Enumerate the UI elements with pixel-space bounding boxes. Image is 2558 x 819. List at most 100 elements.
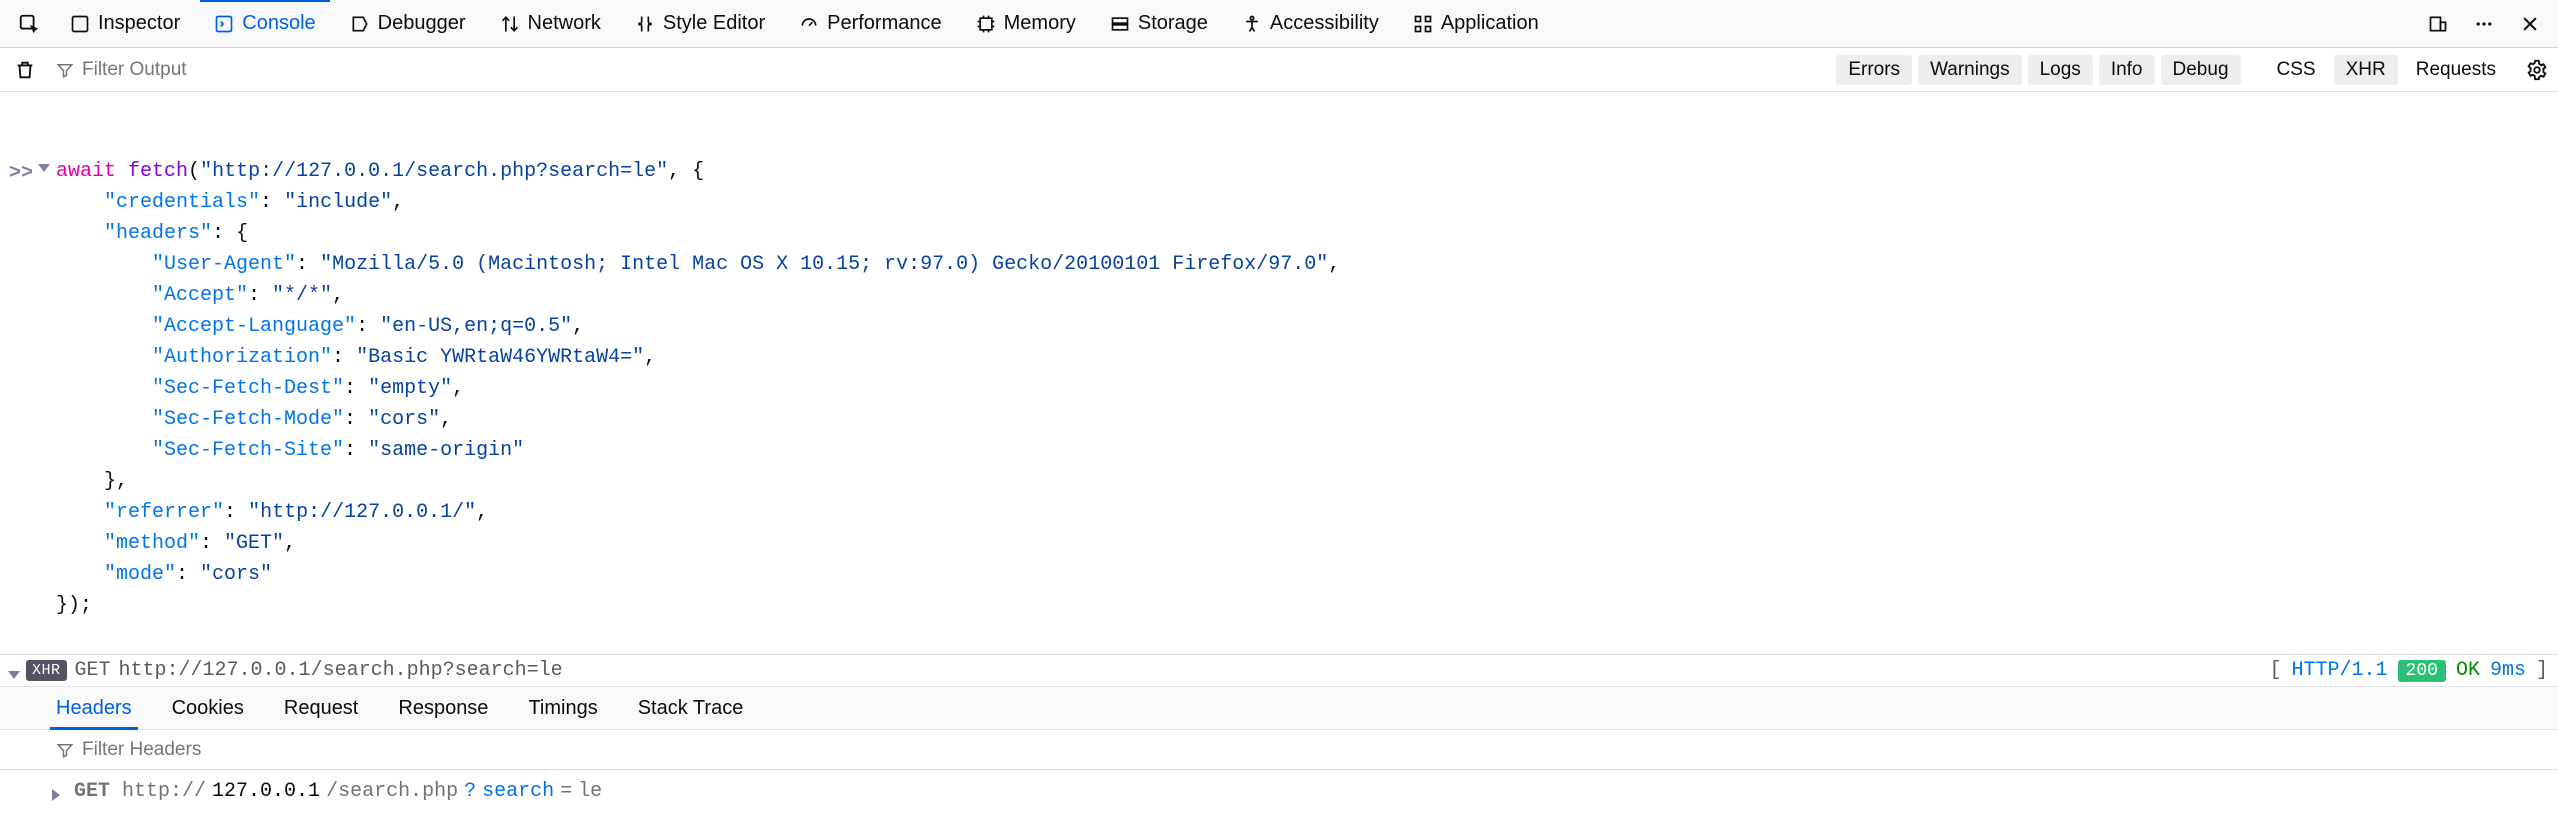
tab-memory[interactable]: Memory: [962, 0, 1090, 47]
toggle-css[interactable]: CSS: [2265, 55, 2328, 85]
network-detail-tabs: Headers Cookies Request Response Timings…: [0, 686, 2558, 730]
brace: , {: [668, 160, 704, 183]
key-accept: "Accept": [152, 284, 248, 307]
paren: (: [188, 160, 200, 183]
xhr-status-group: [HTTP/1.1 200 OK 9ms]: [2270, 659, 2548, 682]
close-devtools-button[interactable]: [2510, 0, 2550, 47]
element-picker-icon: [18, 13, 40, 35]
key-user-agent: "User-Agent": [152, 253, 296, 276]
subtab-timings[interactable]: Timings: [522, 687, 603, 729]
xhr-method: GET: [75, 659, 111, 682]
devtools-tab-bar: Inspector Console Debugger Network Style…: [0, 0, 2558, 48]
toggle-info[interactable]: Info: [2099, 55, 2155, 85]
tab-inspector[interactable]: Inspector: [56, 0, 194, 47]
val-sec-fetch-dest: "empty": [368, 377, 452, 400]
responsive-icon: [2428, 14, 2448, 34]
req-method: GET: [74, 780, 110, 803]
fn-fetch: fetch: [128, 160, 188, 183]
tab-label: Network: [528, 12, 601, 35]
key-credentials: "credentials": [104, 191, 260, 214]
collapse-toggle[interactable]: [38, 164, 50, 172]
filter-headers-input[interactable]: [82, 739, 482, 761]
subtab-request[interactable]: Request: [278, 687, 365, 729]
tab-accessibility[interactable]: Accessibility: [1228, 0, 1393, 47]
xhr-badge: XHR: [26, 660, 67, 681]
toggle-debug[interactable]: Debug: [2161, 55, 2241, 85]
filter-output-input[interactable]: [82, 59, 482, 81]
toggle-requests[interactable]: Requests: [2404, 55, 2508, 85]
style-editor-icon: [635, 14, 655, 34]
performance-icon: [799, 14, 819, 34]
toggle-warnings[interactable]: Warnings: [1918, 55, 2022, 85]
req-qval: le: [578, 780, 602, 803]
kw-await: await: [56, 160, 116, 183]
tab-label: Application: [1441, 12, 1539, 35]
funnel-icon: [56, 61, 74, 79]
close-icon: [2520, 14, 2540, 34]
request-summary-line[interactable]: GET http://127.0.0.1/search.php?search=l…: [0, 770, 2558, 817]
key-sec-fetch-mode: "Sec-Fetch-Mode": [152, 408, 344, 431]
tab-style-editor[interactable]: Style Editor: [621, 0, 779, 47]
toggle-logs[interactable]: Logs: [2028, 55, 2093, 85]
key-method: "method": [104, 532, 200, 555]
xhr-protocol: HTTP/1.1: [2292, 659, 2388, 682]
subtab-headers[interactable]: Headers: [50, 687, 138, 729]
headers-filter-row: [0, 730, 2558, 770]
key-mode: "mode": [104, 563, 176, 586]
tab-label: Storage: [1138, 12, 1208, 35]
responsive-mode-button[interactable]: [2418, 0, 2458, 47]
tab-label: Debugger: [378, 12, 466, 35]
req-path: /search.php: [326, 780, 458, 803]
val-sec-fetch-mode: "cors": [368, 408, 440, 431]
xhr-status-text: OK: [2456, 659, 2480, 682]
tab-application[interactable]: Application: [1399, 0, 1553, 47]
tab-console[interactable]: Console: [200, 0, 329, 47]
xhr-status-code: 200: [2398, 660, 2446, 682]
toggle-xhr[interactable]: XHR: [2334, 55, 2398, 85]
xhr-time: 9ms: [2490, 659, 2526, 682]
subtab-cookies[interactable]: Cookies: [166, 687, 250, 729]
inspector-icon: [70, 14, 90, 34]
gear-icon: [2526, 59, 2548, 81]
tab-network[interactable]: Network: [486, 0, 615, 47]
net-category-toggles: CSS XHR Requests: [2265, 55, 2508, 85]
tab-label: Memory: [1004, 12, 1076, 35]
brace-close: },: [104, 470, 128, 493]
code-block: await fetch("http://127.0.0.1/search.php…: [56, 156, 2548, 621]
key-referrer: "referrer": [104, 501, 224, 524]
accessibility-icon: [1242, 14, 1262, 34]
subtab-stack[interactable]: Stack Trace: [632, 687, 750, 729]
tab-label: Style Editor: [663, 12, 765, 35]
tab-label: Performance: [827, 12, 942, 35]
val-sec-fetch-site: "same-origin": [368, 439, 524, 462]
memory-icon: [976, 14, 996, 34]
element-picker-button[interactable]: [8, 0, 50, 47]
subtab-response[interactable]: Response: [392, 687, 494, 729]
tab-performance[interactable]: Performance: [785, 0, 956, 47]
request-expand-toggle[interactable]: [52, 789, 60, 801]
val-user-agent: "Mozilla/5.0 (Macintosh; Intel Mac OS X …: [320, 253, 1328, 276]
xhr-log-row[interactable]: XHR GET http://127.0.0.1/search.php?sear…: [0, 654, 2558, 686]
tab-storage[interactable]: Storage: [1096, 0, 1222, 47]
req-qkey: search: [482, 780, 554, 803]
tab-debugger[interactable]: Debugger: [336, 0, 480, 47]
val-method: "GET": [224, 532, 284, 555]
console-input-row[interactable]: >> await fetch("http://127.0.0.1/search.…: [0, 154, 2558, 623]
clear-console-button[interactable]: [10, 59, 40, 81]
console-settings-button[interactable]: [2526, 59, 2548, 81]
req-eq: =: [560, 780, 572, 803]
application-icon: [1413, 14, 1433, 34]
val-mode: "cors": [200, 563, 272, 586]
fetch-url: "http://127.0.0.1/search.php?search=le": [200, 160, 668, 183]
tab-label: Accessibility: [1270, 12, 1379, 35]
key-sec-fetch-dest: "Sec-Fetch-Dest": [152, 377, 344, 400]
xhr-collapse-toggle[interactable]: [8, 671, 20, 679]
tab-label: Console: [242, 12, 315, 35]
storage-icon: [1110, 14, 1130, 34]
toggle-errors[interactable]: Errors: [1836, 55, 1912, 85]
key-accept-language: "Accept-Language": [152, 315, 356, 338]
more-button[interactable]: [2464, 0, 2504, 47]
val-accept: "*/*": [272, 284, 332, 307]
req-qmark: ?: [464, 780, 476, 803]
filter-output-wrap: [50, 59, 1826, 81]
